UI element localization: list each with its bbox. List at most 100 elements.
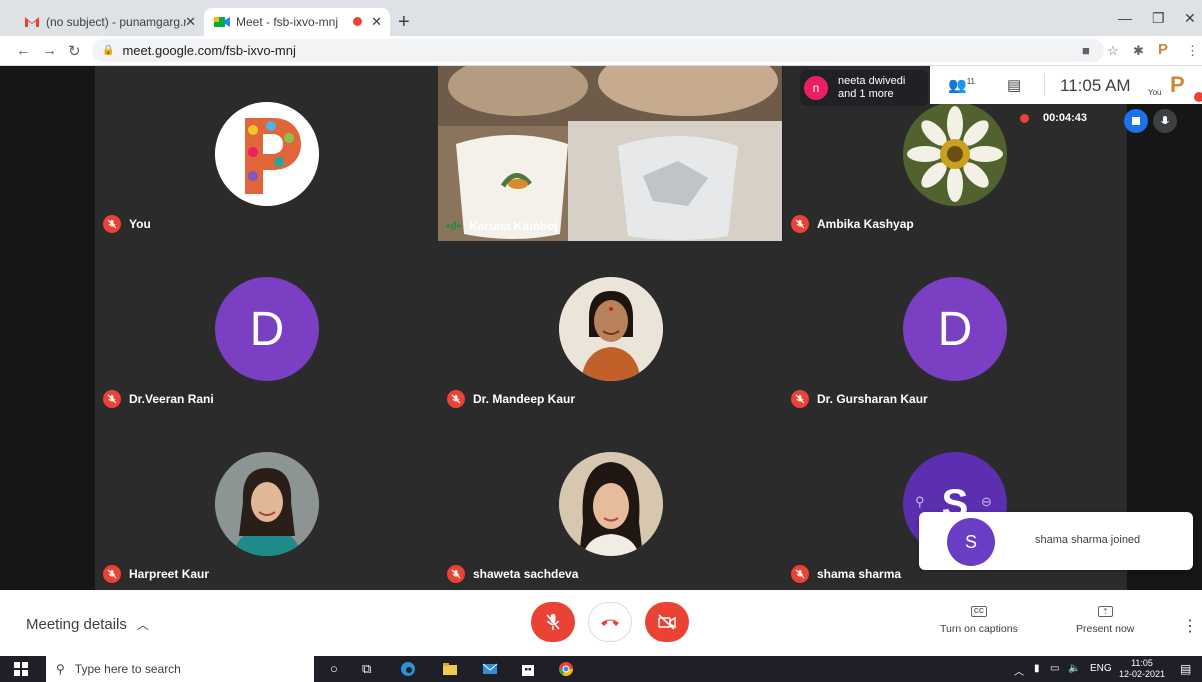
tab-gmail[interactable]: (no subject) - punamgarg.mac@ ✕ <box>14 8 204 36</box>
more-options-icon[interactable]: ⋮ <box>1182 616 1198 636</box>
avatar: n <box>804 76 828 100</box>
store-icon[interactable] <box>520 661 536 677</box>
mic-off-icon <box>447 390 465 408</box>
file-explorer-icon[interactable] <box>442 661 458 677</box>
close-tab-icon[interactable]: ✕ <box>371 14 382 30</box>
avatar <box>215 102 319 206</box>
close-tab-icon[interactable]: ✕ <box>185 14 196 30</box>
task-view-icon[interactable]: ⧉ <box>362 661 378 677</box>
stop-recording-button[interactable] <box>1124 109 1148 133</box>
mail-icon[interactable] <box>482 661 498 677</box>
tab-meet[interactable]: Meet - fsb-ixvo-mnj ✕ <box>204 8 390 36</box>
audio-level-icon: •ıl• <box>446 219 462 233</box>
meeting-details-label: Meeting details <box>26 616 127 633</box>
avatar: D <box>215 277 319 381</box>
participant-tile[interactable]: shaweta sachdeva <box>439 416 783 591</box>
self-label: You <box>1148 88 1162 97</box>
participant-name: Dr.Veeran Rani <box>103 390 214 408</box>
presenter-indicator[interactable]: n neeta dwivedi and 1 more <box>800 70 928 106</box>
avatar: S <box>947 518 995 566</box>
recording-time: 00:04:43 <box>1043 112 1088 124</box>
tray-chevron-icon[interactable]: ︿ <box>1014 663 1024 678</box>
captions-icon: CC <box>970 606 987 617</box>
mic-off-icon <box>103 215 121 233</box>
self-avatar[interactable]: P <box>1170 72 1185 98</box>
windows-start-icon[interactable] <box>14 662 28 676</box>
hang-up-icon <box>601 619 619 626</box>
new-tab-button[interactable]: + <box>398 12 410 32</box>
url-text: meet.google.com/fsb-ixvo-mnj <box>122 43 296 58</box>
mic-off-icon <box>447 565 465 583</box>
participant-tile[interactable]: You <box>95 66 439 241</box>
taskbar-search[interactable]: ⚲ Type here to search <box>46 656 314 682</box>
forward-icon[interactable]: → <box>42 42 57 59</box>
chrome-icon[interactable] <box>558 661 574 677</box>
cortana-icon[interactable]: ○ <box>330 661 346 677</box>
recording-dot-icon <box>353 17 362 26</box>
extensions-icon[interactable]: ✱ <box>1133 43 1144 59</box>
avatar: D <box>903 277 1007 381</box>
star-icon[interactable]: ☆ <box>1107 43 1119 59</box>
taskbar-date: 12-02-2021 <box>1118 669 1166 679</box>
avatar <box>559 452 663 556</box>
captions-button[interactable]: CC Turn on captions <box>940 606 1018 635</box>
language-indicator[interactable]: ENG <box>1090 663 1112 674</box>
menu-icon[interactable]: ⋮ <box>1186 43 1199 59</box>
taskbar-clock[interactable]: 11:05 12-02-2021 <box>1118 658 1166 680</box>
present-icon: ⇡ <box>1097 606 1113 617</box>
participant-name: Dr. Gursharan Kaur <box>791 390 928 408</box>
meeting-details-button[interactable]: Meeting details ︿ <box>26 616 149 633</box>
mic-off-icon <box>791 565 809 583</box>
participant-tile[interactable]: Harpreet Kaur <box>95 416 439 591</box>
participant-tile[interactable]: D Dr. Gursharan Kaur <box>783 241 1127 416</box>
avatar <box>215 452 319 556</box>
profile-avatar[interactable]: P <box>1158 41 1168 58</box>
participant-tile[interactable]: D Dr.Veeran Rani <box>95 241 439 416</box>
reload-icon[interactable]: ↻ <box>68 42 81 60</box>
chat-icon[interactable]: ▤ <box>1007 76 1021 94</box>
mic-off-icon <box>103 565 121 583</box>
chevron-up-icon: ︿ <box>136 618 149 632</box>
presenter-name: neeta dwivedi <box>838 75 906 87</box>
participant-count: 11 <box>966 77 975 86</box>
pin-icon[interactable]: ⚲ <box>915 494 925 510</box>
gmail-icon <box>24 15 40 29</box>
restore-icon[interactable]: ❐ <box>1152 10 1165 27</box>
address-bar-row: ← → ↻ 🔒 meet.google.com/fsb-ixvo-mnj ■ ☆… <box>0 36 1202 66</box>
search-icon: ⚲ <box>56 662 65 676</box>
leave-call-button[interactable] <box>588 602 632 642</box>
taskbar-time: 11:05 <box>1131 658 1153 668</box>
volume-icon[interactable]: 🔈 <box>1068 663 1080 674</box>
participant-name: shama sharma <box>791 565 901 583</box>
participant-name: shaweta sachdeva <box>447 565 578 583</box>
mic-off-icon <box>546 614 560 630</box>
notifications-icon[interactable]: ▤ <box>1180 662 1191 676</box>
camera-indicator-icon[interactable]: ■ <box>1082 43 1090 58</box>
divider <box>1044 74 1045 96</box>
avatar <box>559 277 663 381</box>
recording-mic-button[interactable] <box>1153 109 1177 133</box>
participant-video[interactable]: •ıl• Karuna Kamboj <box>438 66 782 241</box>
remove-icon[interactable]: ⊖ <box>981 494 992 510</box>
minimize-icon[interactable]: — <box>1118 10 1132 26</box>
tab-title: (no subject) - punamgarg.mac@ <box>46 15 186 29</box>
people-button[interactable]: 👥11 <box>948 76 975 94</box>
recording-dot-icon <box>1020 113 1029 123</box>
mic-off-icon <box>103 390 121 408</box>
present-now-button[interactable]: ⇡ Present now <box>1076 606 1134 635</box>
url-field[interactable]: 🔒 meet.google.com/fsb-ixvo-mnj <box>92 39 1104 62</box>
network-icon[interactable]: ▭ <box>1050 663 1059 674</box>
camera-toggle-button[interactable] <box>645 602 689 642</box>
edge-icon[interactable] <box>400 661 416 677</box>
join-notification: S shama sharma joined <box>919 512 1193 570</box>
lock-icon: 🔒 <box>102 45 115 56</box>
back-icon[interactable]: ← <box>16 42 31 59</box>
windows-taskbar: ⚲ Type here to search ○ ⧉ ︿ ▮ ▭ 🔈 ENG 11… <box>0 656 1202 682</box>
tray-app-icon[interactable]: ▮ <box>1034 663 1040 674</box>
mic-off-icon <box>791 215 809 233</box>
mic-toggle-button[interactable] <box>531 602 575 642</box>
meet-icon <box>214 15 230 29</box>
close-window-icon[interactable]: ✕ <box>1184 10 1196 27</box>
participant-tile[interactable]: Dr. Mandeep Kaur <box>439 241 783 416</box>
recording-indicator: 00:04:43 <box>1020 112 1087 124</box>
